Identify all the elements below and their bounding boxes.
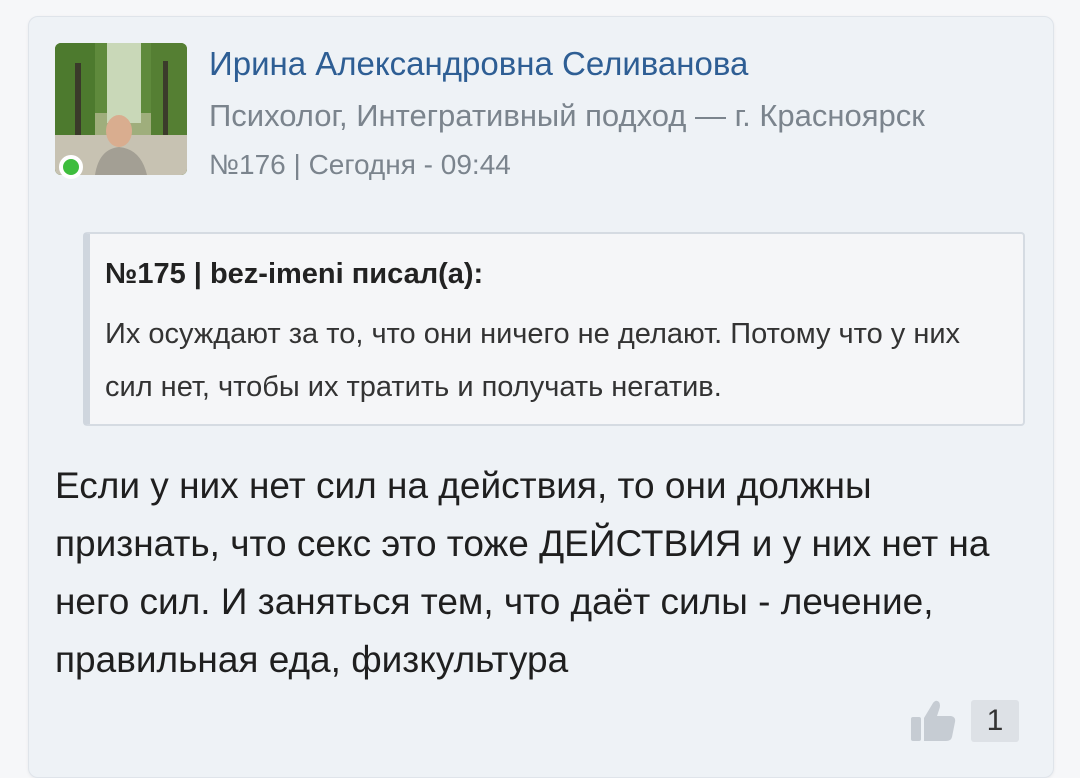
author-name-link[interactable]: Ирина Александровна Селиванова xyxy=(209,45,748,83)
post-body: Если у них нет сил на действия, то они д… xyxy=(55,465,990,680)
forum-post-card: Ирина Александровна Селиванова Психолог,… xyxy=(28,16,1054,778)
post-meta: №176 | Сегодня - 09:44 xyxy=(209,149,511,180)
author-role: Психолог, Интегративный подход — г. Крас… xyxy=(209,98,925,133)
thumbs-up-icon[interactable] xyxy=(909,697,957,743)
quote-block: №175 | bez-imeni писал(а): Их осуждают з… xyxy=(83,232,1025,426)
like-count[interactable]: 1 xyxy=(971,700,1019,742)
quote-text: Их осуждают за то, что они ничего не дел… xyxy=(105,318,961,403)
online-status-indicator xyxy=(59,155,83,179)
quote-header: №175 | bez-imeni писал(а): xyxy=(105,258,484,290)
